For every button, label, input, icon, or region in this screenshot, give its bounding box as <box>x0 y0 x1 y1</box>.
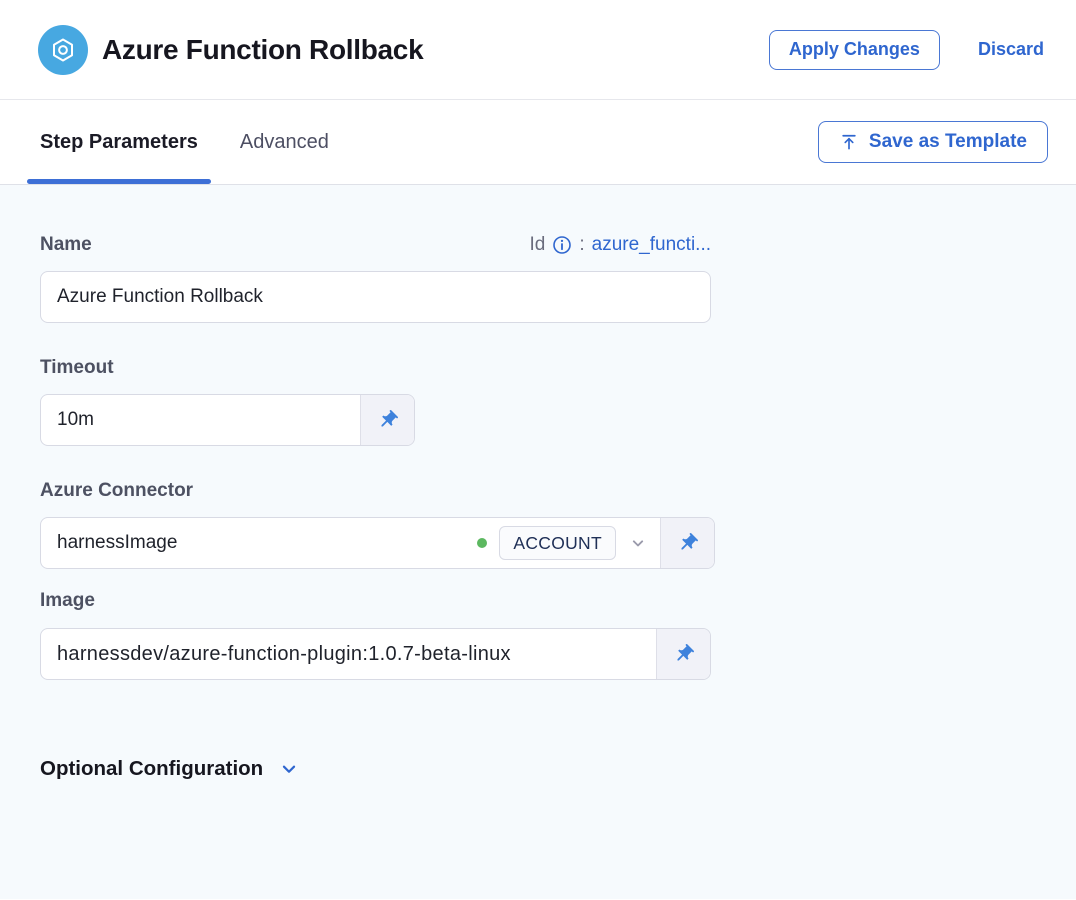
save-as-template-label: Save as Template <box>869 131 1027 153</box>
timeout-runtime-input-button[interactable] <box>360 395 414 445</box>
azure-connector-label: Azure Connector <box>40 480 1076 502</box>
panel-header: Azure Function Rollback Apply Changes Di… <box>0 0 1076 100</box>
connector-dropdown-toggle[interactable] <box>628 533 648 553</box>
hexagon-plugin-icon <box>48 35 78 65</box>
chevron-down-icon <box>628 533 648 553</box>
azure-connector-select[interactable]: harnessImage ACCOUNT <box>40 517 715 569</box>
plugin-step-icon <box>38 25 88 75</box>
tab-bar: Step Parameters Advanced Save as Templat… <box>0 100 1076 185</box>
tab-advanced[interactable]: Advanced <box>240 100 329 184</box>
connector-scope-badge: ACCOUNT <box>499 526 616 560</box>
info-icon[interactable] <box>552 235 572 255</box>
optional-configuration-toggle[interactable]: Optional Configuration <box>40 757 300 781</box>
id-separator: : <box>579 234 584 256</box>
timeout-input-group <box>40 394 415 446</box>
timeout-label: Timeout <box>40 357 1076 379</box>
step-parameters-panel: Name Id : azure_functi... Timeout Azure <box>0 185 1076 899</box>
step-id-value[interactable]: azure_functi... <box>592 234 711 256</box>
page-title: Azure Function Rollback <box>102 34 423 66</box>
pin-icon <box>372 404 403 435</box>
timeout-input[interactable] <box>41 395 360 445</box>
pin-icon <box>672 527 703 558</box>
pin-icon <box>668 638 699 669</box>
azure-connector-value[interactable]: harnessImage <box>41 518 477 568</box>
name-label: Name <box>40 234 92 256</box>
image-input[interactable] <box>41 629 656 679</box>
chevron-down-icon <box>278 758 300 780</box>
image-input-group <box>40 628 711 680</box>
name-input[interactable] <box>40 271 711 323</box>
image-runtime-input-button[interactable] <box>656 629 710 679</box>
image-label: Image <box>40 590 1076 612</box>
tab-step-parameters[interactable]: Step Parameters <box>40 100 198 184</box>
step-id-row: Id : azure_functi... <box>530 234 711 256</box>
upload-icon <box>839 132 859 152</box>
connector-status-dot <box>477 538 487 548</box>
connector-meta: ACCOUNT <box>477 518 660 568</box>
save-as-template-button[interactable]: Save as Template <box>818 121 1048 163</box>
discard-button[interactable]: Discard <box>978 39 1044 60</box>
apply-changes-button[interactable]: Apply Changes <box>769 30 940 70</box>
header-actions: Apply Changes Discard <box>769 30 1044 70</box>
connector-runtime-input-button[interactable] <box>660 518 714 568</box>
optional-configuration-title: Optional Configuration <box>40 757 263 781</box>
id-label: Id <box>530 234 546 256</box>
